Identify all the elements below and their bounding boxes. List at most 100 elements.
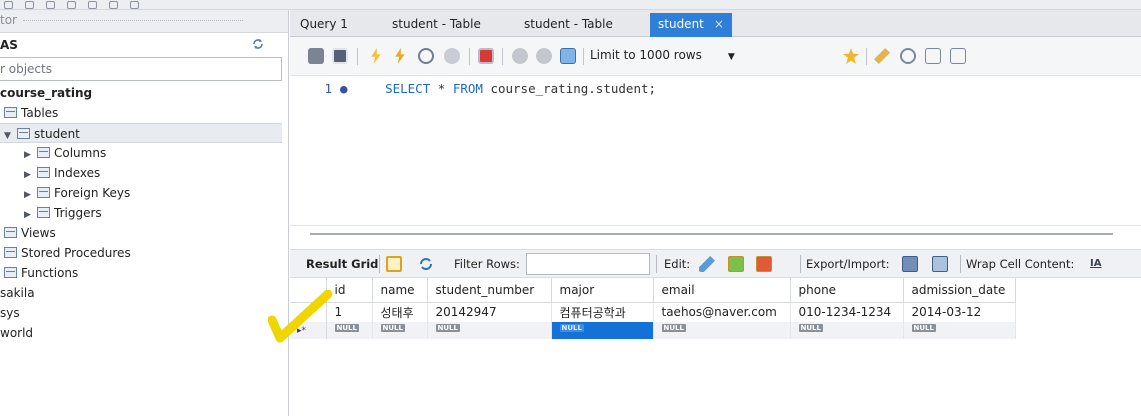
lightning-icon[interactable]: [371, 48, 381, 64]
save-icon[interactable]: [46, 1, 55, 9]
view-icon[interactable]: [109, 1, 118, 9]
tree-item-label: Foreign Keys: [54, 186, 131, 200]
cell-id[interactable]: 1: [326, 302, 373, 322]
grid-layout-icon[interactable]: [386, 256, 402, 272]
tree-item-functions[interactable]: Functions: [0, 263, 288, 283]
new-cell-email[interactable]: NULL: [653, 322, 791, 339]
tab-query-1[interactable]: Query 1: [292, 15, 356, 37]
new-cell-id[interactable]: NULL: [326, 322, 373, 339]
column-header-email[interactable]: email: [653, 278, 791, 303]
new-cell-major-selected[interactable]: NULL: [551, 322, 654, 339]
close-tab-icon[interactable]: ×: [714, 17, 724, 31]
save-icon[interactable]: [332, 48, 348, 64]
filter-objects-input[interactable]: r objects: [0, 57, 282, 81]
procedures-icon: [4, 247, 17, 258]
tree-item-label: Triggers: [54, 206, 102, 220]
tree-item-foreign-keys[interactable]: ▶ Foreign Keys: [0, 183, 288, 203]
tree-item-label: Tables: [21, 106, 59, 120]
tree-item-indexes[interactable]: ▶ Indexes: [0, 163, 288, 183]
tree-item-course-rating[interactable]: course_rating: [0, 83, 288, 103]
tree-item-columns[interactable]: ▶ Columns: [0, 143, 288, 163]
tree-item-triggers[interactable]: ▶ Triggers: [0, 203, 288, 223]
tab-student[interactable]: student ×: [650, 13, 732, 37]
commit-icon[interactable]: [512, 48, 528, 64]
row-gutter[interactable]: [290, 302, 327, 322]
collapsed-arrow-icon[interactable]: ▶: [24, 165, 34, 185]
open-icon[interactable]: [25, 1, 34, 9]
find-icon[interactable]: [900, 48, 916, 64]
window-top-strip: [0, 0, 1141, 10]
toggle-error-icon[interactable]: [478, 48, 494, 64]
cell-name[interactable]: 성태후: [372, 302, 428, 322]
result-grid: id name student_number major email phone…: [290, 278, 1141, 416]
result-toolbar-separator: [379, 255, 380, 273]
tree-item-student[interactable]: ▼ student: [0, 123, 282, 143]
edit-cell-icon[interactable]: [699, 256, 715, 272]
tree-item-label: sys: [0, 306, 20, 320]
export-icon[interactable]: [902, 256, 918, 272]
new-row[interactable]: ▸* NULL NULL NULL NULL NULL NULL NULL: [290, 322, 1016, 339]
cell-student-number[interactable]: 20142947: [427, 302, 552, 322]
tree-item-sakila[interactable]: sakila: [0, 283, 288, 303]
column-header-major[interactable]: major: [551, 278, 654, 303]
splitter-scrollbar[interactable]: [310, 233, 1113, 235]
toolbar-separator: [469, 48, 470, 65]
result-grid-label[interactable]: Result Grid: [306, 257, 378, 271]
column-header-name[interactable]: name: [372, 278, 428, 303]
db-icon[interactable]: [67, 1, 76, 9]
new-cell-student-number[interactable]: NULL: [427, 322, 552, 339]
cell-admission-date[interactable]: 2014-03-12: [903, 302, 1016, 322]
wrap-icon[interactable]: [950, 48, 966, 64]
tab-student-table-2[interactable]: student - Table: [516, 15, 621, 37]
tree-item-label: Stored Procedures: [21, 246, 131, 260]
table-row[interactable]: 1 성태후 20142947 컴퓨터공학과 taehos@naver.com 0…: [290, 302, 1016, 322]
filter-refresh-icon[interactable]: [418, 256, 434, 272]
limit-rows-value: Limit to 1000 rows: [590, 48, 702, 62]
tree-item-label: Indexes: [54, 166, 101, 180]
filter-rows-input[interactable]: [526, 253, 650, 275]
column-header-phone[interactable]: phone: [790, 278, 904, 303]
delete-row-icon[interactable]: [756, 256, 772, 272]
tree-item-sys[interactable]: sys: [0, 303, 288, 323]
lightning-cursor-icon[interactable]: [395, 48, 405, 64]
schemas-row: AS: [0, 33, 288, 57]
new-cell-phone[interactable]: NULL: [790, 322, 904, 339]
autocommit-icon[interactable]: [560, 48, 576, 64]
wrap-cell-icon[interactable]: IA: [1090, 258, 1101, 269]
column-header-admission-date[interactable]: admission_date: [903, 278, 1016, 303]
filter-rows-label: Filter Rows:: [454, 257, 520, 271]
column-header-id[interactable]: id: [326, 278, 373, 303]
column-header-student-number[interactable]: student_number: [427, 278, 552, 303]
stop-icon[interactable]: [444, 48, 460, 64]
collapsed-arrow-icon[interactable]: ▶: [24, 205, 34, 225]
collapsed-arrow-icon[interactable]: ▶: [24, 145, 34, 165]
collapsed-arrow-icon[interactable]: ▶: [24, 185, 34, 205]
favorite-icon[interactable]: [843, 48, 859, 64]
invisible-chars-icon[interactable]: [925, 48, 941, 64]
new-tab-icon[interactable]: [4, 1, 13, 9]
tree-item-tables[interactable]: Tables: [0, 103, 288, 123]
cell-email[interactable]: taehos@naver.com: [653, 302, 791, 322]
tab-student-table-1[interactable]: student - Table: [384, 15, 489, 37]
limit-rows-select[interactable]: Limit to 1000 rows ▼: [590, 48, 735, 66]
refresh-icon[interactable]: [252, 38, 264, 53]
toolbar-separator: [357, 48, 358, 65]
magnifier-explain-icon[interactable]: [418, 48, 434, 64]
import-icon[interactable]: [932, 256, 948, 272]
add-row-icon[interactable]: [728, 256, 744, 272]
rollback-icon[interactable]: [536, 48, 552, 64]
tree-item-views[interactable]: Views: [0, 223, 288, 243]
sql-editor[interactable]: 1 ● SELECT * FROM course_rating.student;: [290, 77, 1141, 225]
table-icon[interactable]: [88, 1, 97, 9]
new-cell-name[interactable]: NULL: [372, 322, 428, 339]
folder-icon[interactable]: [308, 48, 324, 64]
beautify-icon[interactable]: [874, 48, 890, 64]
cell-major[interactable]: 컴퓨터공학과: [551, 302, 654, 322]
panel-splitter[interactable]: [290, 225, 1141, 245]
cell-phone[interactable]: 010-1234-1234: [790, 302, 904, 322]
proc-icon[interactable]: [130, 1, 139, 9]
new-row-gutter[interactable]: ▸*: [290, 322, 327, 339]
tree-item-stored-procedures[interactable]: Stored Procedures: [0, 243, 288, 263]
new-cell-admission-date[interactable]: NULL: [903, 322, 1016, 339]
tree-item-world[interactable]: world: [0, 323, 288, 343]
